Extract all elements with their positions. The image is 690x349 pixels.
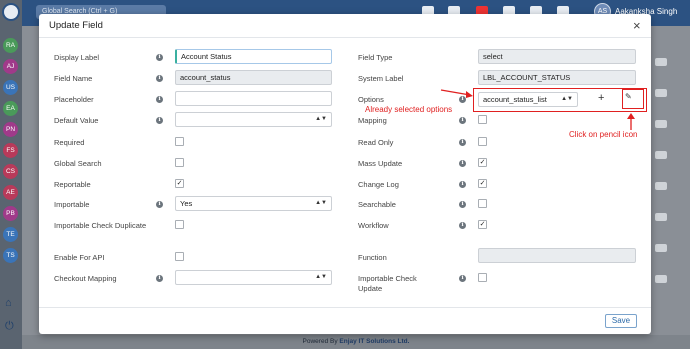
display-label-label: Display Label — [54, 53, 100, 62]
reportable-checkbox[interactable]: ✓ — [175, 179, 184, 188]
sidebar-avatar[interactable]: PN — [3, 122, 18, 137]
info-icon: i — [459, 222, 466, 229]
workflow-checkbox[interactable]: ✓ — [478, 220, 487, 229]
background-row-actions — [655, 58, 667, 306]
caret-down-icon: ▲▼ — [315, 274, 327, 280]
sidebar-avatar[interactable]: US — [3, 80, 18, 95]
info-icon: i — [459, 139, 466, 146]
caret-down-icon: ▲▼ — [315, 200, 327, 206]
global-search-checkbox[interactable] — [175, 158, 184, 167]
reportable-label: Reportable — [54, 180, 91, 189]
options-selected: account_status_list — [483, 95, 547, 104]
checkout-mapping-select[interactable]: ▲▼ — [175, 270, 332, 285]
read-only-checkbox[interactable] — [478, 137, 487, 146]
options-label: Options — [358, 95, 384, 104]
enable-for-api-checkbox[interactable] — [175, 252, 184, 261]
sidebar-avatar[interactable]: EA — [3, 101, 18, 116]
footer-company[interactable]: Enjay IT Solutions Ltd. — [339, 338, 409, 345]
importable-check-duplicate-label: Importable Check Duplicate — [54, 221, 147, 230]
importable-check-duplicate-checkbox[interactable] — [175, 220, 184, 229]
importable-select[interactable]: Yes ▲▼ — [175, 196, 332, 211]
sidebar-avatar[interactable]: TS — [3, 248, 18, 263]
enable-for-api-label: Enable For API — [54, 253, 105, 262]
mass-update-label: Mass Update — [358, 159, 403, 168]
annotation-arrow-up — [627, 113, 635, 130]
system-label-input: LBL_ACCOUNT_STATUS — [478, 70, 636, 85]
options-select[interactable]: account_status_list ▲▼ — [478, 92, 578, 107]
searchable-label: Searchable — [358, 200, 396, 209]
info-icon: i — [459, 181, 466, 188]
change-log-label: Change Log — [358, 180, 399, 189]
info-icon: i — [156, 117, 163, 124]
read-only-label: Read Only — [358, 138, 394, 147]
function-input — [478, 248, 636, 263]
importable-check-update-checkbox[interactable] — [478, 273, 487, 282]
home-icon[interactable]: ⌂ — [5, 298, 17, 309]
importable-label: Importable — [54, 200, 90, 209]
sidebar-avatar[interactable]: CS — [3, 164, 18, 179]
sidebar-avatar[interactable]: FS — [3, 143, 18, 158]
left-nav: RA AJ US EA PN FS CS AE PB TE TS ⌂ ⏻ — [0, 0, 22, 349]
footer-text: Powered By — [302, 338, 340, 345]
default-value-label: Default Value — [54, 116, 99, 125]
sidebar-avatar[interactable]: TE — [3, 227, 18, 242]
caret-down-icon: ▲▼ — [561, 96, 573, 102]
required-checkbox[interactable] — [175, 137, 184, 146]
sidebar-avatar[interactable]: AE — [3, 185, 18, 200]
pencil-icon[interactable]: ✎ — [625, 92, 632, 101]
modal-header: Update Field × — [39, 14, 651, 38]
searchable-checkbox[interactable] — [478, 199, 487, 208]
field-type-label: Field Type — [358, 53, 393, 62]
global-search-label: Global Search — [54, 159, 102, 168]
modal-title: Update Field — [49, 20, 103, 31]
mapping-label: Mapping — [358, 116, 387, 125]
annotation-arrow-right — [440, 89, 473, 98]
info-icon: i — [156, 96, 163, 103]
caret-down-icon: ▲▼ — [315, 116, 327, 122]
required-label: Required — [54, 138, 85, 147]
power-icon[interactable]: ⏻ — [5, 320, 14, 333]
info-icon: i — [156, 54, 163, 61]
field-name-label: Field Name — [54, 74, 93, 83]
checkout-mapping-label: Checkout Mapping — [54, 274, 117, 283]
placeholder-input[interactable] — [175, 91, 332, 106]
info-icon: i — [459, 117, 466, 124]
mass-update-checkbox[interactable]: ✓ — [478, 158, 487, 167]
annotation-already-selected: Already selected options — [365, 105, 453, 114]
footer: Powered By Enjay IT Solutions Ltd. — [22, 335, 690, 349]
add-option-button[interactable]: + — [598, 92, 604, 104]
avatar-list: RA AJ US EA PN FS CS AE PB TE TS — [3, 38, 18, 263]
importable-check-update-label: Importable Check Update — [358, 274, 417, 293]
sidebar-avatar[interactable]: AJ — [3, 59, 18, 74]
change-log-checkbox[interactable]: ✓ — [478, 179, 487, 188]
sidebar-avatar[interactable]: RA — [3, 38, 18, 53]
info-icon: i — [156, 275, 163, 282]
display-label-input[interactable]: Account Status — [175, 49, 332, 64]
info-icon: i — [459, 275, 466, 282]
field-type-input: select — [478, 49, 636, 64]
annotation-click-pencil: Click on pencil icon — [569, 130, 638, 139]
info-icon: i — [459, 160, 466, 167]
function-label: Function — [358, 253, 387, 262]
info-icon: i — [459, 201, 466, 208]
field-name-input: account_status — [175, 70, 332, 85]
mapping-checkbox[interactable] — [478, 115, 487, 124]
workflow-label: Workflow — [358, 221, 389, 230]
importable-selected: Yes — [180, 199, 193, 208]
system-label-label: System Label — [358, 74, 404, 83]
info-icon: i — [156, 201, 163, 208]
default-value-select[interactable]: ▲▼ — [175, 112, 332, 127]
logo-icon[interactable] — [2, 3, 20, 21]
modal-footer-divider — [39, 307, 651, 308]
info-icon: i — [156, 75, 163, 82]
close-icon[interactable]: × — [633, 18, 641, 33]
update-field-modal: Update Field × Display Label i Account S… — [39, 14, 651, 334]
sidebar-avatar[interactable]: PB — [3, 206, 18, 221]
placeholder-label: Placeholder — [54, 95, 94, 104]
save-button[interactable]: Save — [605, 314, 637, 328]
